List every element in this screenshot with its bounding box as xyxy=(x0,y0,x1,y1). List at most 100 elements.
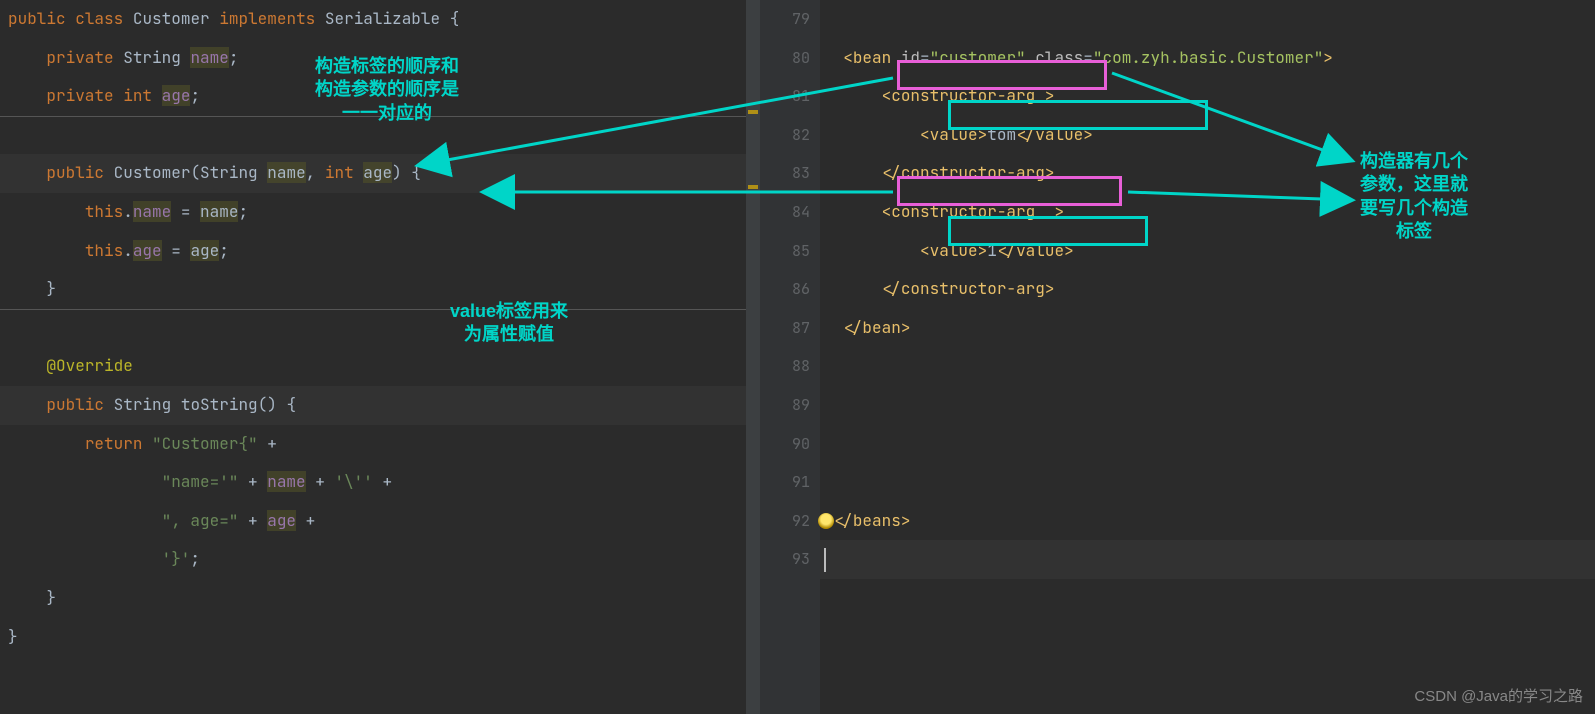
brace: } xyxy=(46,587,56,608)
line-number: 87 xyxy=(760,309,810,348)
assign-val: age xyxy=(190,240,219,261)
tag-open: < xyxy=(882,85,892,106)
scrollbar[interactable] xyxy=(746,0,760,714)
line-number: 80 xyxy=(760,39,810,78)
eq: = xyxy=(162,240,191,261)
semi: ; xyxy=(190,548,200,569)
tag-close: > xyxy=(978,124,988,145)
kw-this: this xyxy=(85,240,123,261)
p2-type: int xyxy=(325,162,354,183)
plus: + xyxy=(238,510,267,531)
tag-value: value xyxy=(930,240,978,261)
tag-bean: bean xyxy=(853,47,891,68)
editor-split: public class Customer implements Seriali… xyxy=(0,0,1595,714)
plus: + xyxy=(258,433,277,454)
tag-open: < xyxy=(920,240,930,261)
xml-editor-pane[interactable]: 79 80 81 82 83 84 85 86 87 88 89 90 91 9… xyxy=(760,0,1595,714)
xml-code-area[interactable]: <bean id="customer" class="com.zyh.basic… xyxy=(820,0,1595,714)
line-number: 92 xyxy=(760,502,810,541)
tag-close: > xyxy=(901,317,911,338)
attrval-class: "com.zyh.basic.Customer" xyxy=(1093,47,1323,68)
attr-id: id xyxy=(901,47,920,68)
tag-close: > xyxy=(1045,162,1055,183)
ret-type: String xyxy=(114,394,172,415)
semi: ; xyxy=(219,240,229,261)
text-1: 1 xyxy=(987,240,997,261)
tag-constructor-arg: constructor-arg xyxy=(901,278,1045,299)
semi: ; xyxy=(229,47,239,68)
java-editor-pane[interactable]: public class Customer implements Seriali… xyxy=(0,0,760,714)
iface: Serializable xyxy=(325,8,440,29)
watermark: CSDN @Java的学习之路 xyxy=(1414,685,1583,706)
tag-open: </ xyxy=(1016,124,1035,145)
assign-field: age xyxy=(133,240,162,261)
tag-beans: beans xyxy=(853,510,901,531)
tag-open: </ xyxy=(882,278,901,299)
tag-open: < xyxy=(843,47,853,68)
line-number: 85 xyxy=(760,232,810,271)
semi: ; xyxy=(238,201,248,222)
line-number-gutter: 79 80 81 82 83 84 85 86 87 88 89 90 91 9… xyxy=(760,0,820,714)
method-tail: () { xyxy=(258,394,296,415)
intention-bulb-icon[interactable] xyxy=(818,513,834,529)
brace: } xyxy=(8,626,18,647)
kw-return: return xyxy=(85,433,143,454)
warning-marker[interactable] xyxy=(748,185,758,189)
attr-class: class xyxy=(1035,47,1083,68)
line-number: 82 xyxy=(760,116,810,155)
line-number: 93 xyxy=(760,540,810,579)
tag-close: > xyxy=(1045,85,1055,106)
assign-field: name xyxy=(133,201,171,222)
str: "name='" xyxy=(162,471,239,492)
kw-implements: implements xyxy=(219,8,315,29)
p1-name: name xyxy=(267,162,305,183)
line-number: 89 xyxy=(760,386,810,425)
tag-close: > xyxy=(1083,124,1093,145)
line-number: 81 xyxy=(760,77,810,116)
line-number: 84 xyxy=(760,193,810,232)
str: '\'' xyxy=(334,471,372,492)
ctor-tail: ) { xyxy=(392,162,421,183)
tag-close: > xyxy=(901,510,911,531)
p2-name: age xyxy=(363,162,392,183)
kw-this: this xyxy=(85,201,123,222)
class-name: Customer xyxy=(133,8,210,29)
plus: + xyxy=(238,471,267,492)
tag-open: < xyxy=(920,124,930,145)
tag-constructor-arg: constructor-arg xyxy=(891,85,1035,106)
kw-class: class xyxy=(75,8,123,29)
semi: ; xyxy=(190,85,200,106)
tag-close: > xyxy=(1323,47,1333,68)
brace: { xyxy=(450,8,460,29)
dot: . xyxy=(123,201,133,222)
tag-value: value xyxy=(1035,124,1083,145)
eq: = xyxy=(171,201,200,222)
tag-close: > xyxy=(1054,201,1064,222)
tag-open: </ xyxy=(997,240,1016,261)
kw-public: public xyxy=(46,162,104,183)
kw-public: public xyxy=(46,394,104,415)
annotation-override: @Override xyxy=(46,355,132,376)
line-number: 86 xyxy=(760,270,810,309)
kw-private: private xyxy=(46,85,113,106)
p1-type: String xyxy=(200,162,258,183)
tag-bean: bean xyxy=(862,317,900,338)
ref-age: age xyxy=(267,510,296,531)
text-tom: tom xyxy=(987,124,1016,145)
tag-close: > xyxy=(1045,278,1055,299)
tag-close: > xyxy=(978,240,988,261)
plus: + xyxy=(373,471,392,492)
ctor-name: Customer xyxy=(114,162,191,183)
line-number: 90 xyxy=(760,425,810,464)
tag-close: > xyxy=(1064,240,1074,261)
type-string: String xyxy=(123,47,181,68)
field-name: name xyxy=(190,47,228,68)
tag-open: </ xyxy=(882,162,901,183)
ref-name: name xyxy=(267,471,305,492)
line-number: 83 xyxy=(760,154,810,193)
method-name: toString xyxy=(181,394,258,415)
warning-marker[interactable] xyxy=(748,110,758,114)
tag-constructor-arg: constructor-arg xyxy=(901,162,1045,183)
attrval-id: "customer" xyxy=(930,47,1026,68)
type-int: int xyxy=(123,85,152,106)
